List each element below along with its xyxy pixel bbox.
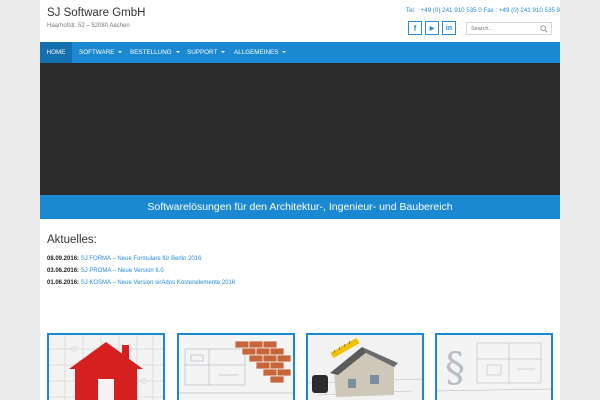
nav-item-label: HOME	[46, 49, 66, 56]
house-puzzle-image	[49, 335, 163, 400]
youtube-icon[interactable]: ▶	[425, 21, 439, 35]
news-date: 01.06.2016:	[47, 280, 80, 286]
nav-item-support[interactable]: SUPPORT	[187, 42, 226, 63]
chevron-down-icon	[118, 51, 123, 53]
news-link[interactable]: SJ PROMA – Neue Version 6.0	[81, 268, 164, 274]
main-nav: HOME SOFTWARE BESTELLUNG SUPPORT ALLGEME…	[40, 42, 560, 63]
news-list: 08.09.2016: SJ FORMA – Neue Formulare fü…	[47, 256, 235, 292]
site-tagline: Haarhofstr. 52 – 52080 Aachen	[47, 23, 130, 29]
image-slider[interactable]	[40, 63, 560, 195]
news-item: 01.06.2016: SJ KOSMA – Neue Version sirA…	[47, 280, 235, 292]
linkedin-icon[interactable]: in	[442, 21, 456, 35]
product-tile-house-model[interactable]	[306, 333, 424, 400]
contact-info: Tel. : +49 (0) 241 910 535 0 Fax : +49 (…	[405, 7, 560, 14]
nav-item-label: SUPPORT	[187, 49, 218, 56]
chevron-down-icon	[175, 51, 180, 53]
chevron-down-icon	[282, 51, 287, 53]
product-tile-paragraph[interactable]: §	[435, 333, 553, 400]
bricks-blueprint-image	[179, 335, 293, 400]
nav-item-home[interactable]: HOME	[40, 42, 72, 63]
house-model-image	[308, 335, 422, 400]
youtube-glyph: ▶	[429, 25, 435, 32]
news-date: 08.09.2016:	[47, 256, 80, 262]
page: SJ Software GmbH Haarhofstr. 52 – 52080 …	[40, 0, 560, 400]
paragraph-symbol: §	[445, 345, 465, 391]
nav-item-label: BESTELLUNG	[130, 49, 172, 56]
nav-item-label: ALLGEMEINES	[234, 49, 279, 56]
facebook-icon[interactable]: f	[408, 21, 422, 35]
news-link[interactable]: SJ KOSMA – Neue Version sirAdos Kostenel…	[81, 280, 235, 286]
search-icon[interactable]	[540, 25, 548, 33]
chevron-down-icon	[221, 51, 226, 53]
nav-item-software[interactable]: SOFTWARE	[79, 42, 123, 63]
tagline-banner: Softwarelösungen für den Architektur-, I…	[40, 195, 560, 219]
product-tile-house-puzzle[interactable]	[47, 333, 165, 400]
paragraph-plans-image: §	[437, 335, 551, 400]
nav-item-label: SOFTWARE	[79, 49, 115, 56]
news-item: 03.06.2016: SJ PROMA – Neue Version 6.0	[47, 268, 235, 280]
news-heading: Aktuelles:	[47, 234, 97, 246]
search-box	[466, 22, 552, 35]
social-links: f ▶ in	[408, 21, 456, 35]
nav-item-bestellung[interactable]: BESTELLUNG	[130, 42, 180, 63]
news-date: 03.06.2016:	[47, 268, 80, 274]
product-tile-bricks[interactable]	[177, 333, 295, 400]
site-title[interactable]: SJ Software GmbH	[47, 7, 145, 19]
header: SJ Software GmbH Haarhofstr. 52 – 52080 …	[40, 0, 560, 42]
news-item: 08.09.2016: SJ FORMA – Neue Formulare fü…	[47, 256, 235, 268]
news-link[interactable]: SJ FORMA – Neue Formulare für Berlin 201…	[81, 256, 202, 262]
nav-item-allgemeines[interactable]: ALLGEMEINES	[234, 42, 287, 63]
search-input[interactable]	[471, 23, 539, 34]
